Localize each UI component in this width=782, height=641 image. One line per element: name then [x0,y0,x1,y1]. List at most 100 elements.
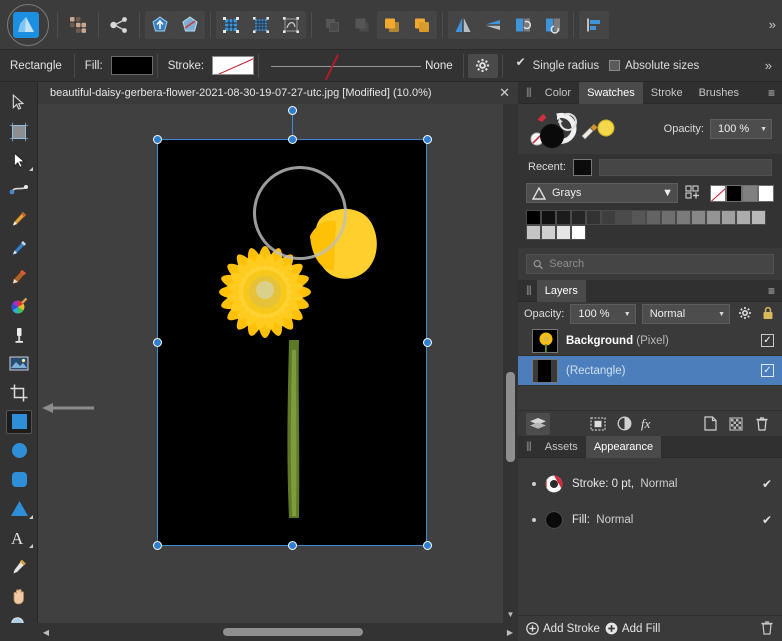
stroke-swatch-button[interactable] [212,56,255,75]
appearance-stroke-row[interactable]: Stroke: 0 pt, Normal ✔ [518,466,782,502]
vector-brush-tool[interactable] [0,262,38,291]
pen-tool[interactable] [0,204,38,233]
triangle-tool[interactable] [0,494,38,523]
swatch[interactable] [676,210,691,225]
tab-assets[interactable]: Assets [537,436,586,458]
swatch[interactable] [706,210,721,225]
layer-effects-gear-button[interactable] [736,306,754,323]
stroke-width-slider[interactable] [271,53,422,80]
ellipse-tool[interactable] [0,436,38,465]
move-tool[interactable] [0,88,38,117]
swatch[interactable] [526,225,541,240]
stroke-settings-button[interactable] [467,53,498,78]
swatch[interactable] [541,225,556,240]
canvas-area[interactable] [38,104,518,623]
swatches-search-box[interactable] [526,254,774,274]
move-to-back-icon[interactable] [407,10,437,39]
handle-bottom-center[interactable] [288,541,297,550]
stroke-enabled-checkbox[interactable]: ✔ [762,477,772,491]
node-tool[interactable] [0,146,38,175]
swatch[interactable] [556,210,571,225]
swatch[interactable] [556,225,571,240]
canvas-horizontal-scrollbar[interactable]: ◀ ▶ [38,623,518,641]
layers-stack-icon[interactable] [526,412,550,435]
recent-swatch[interactable] [572,158,592,176]
add-fill-button[interactable]: Add Fill [605,622,660,635]
move-to-front-icon[interactable] [377,10,407,39]
swatch[interactable] [751,210,766,225]
new-pixel-layer-icon[interactable] [724,413,748,435]
tab-layers[interactable]: Layers [536,279,586,302]
add-stroke-button[interactable]: Add Stroke [526,622,600,635]
swatch[interactable] [616,210,631,225]
swatch[interactable] [571,225,586,240]
fill-stroke-selector[interactable] [528,108,580,150]
pencil-tool[interactable] [0,233,38,262]
layer-lock-button[interactable] [760,306,776,323]
layer-visibility-checkbox[interactable]: ✓ [761,364,774,377]
swatch[interactable] [721,210,736,225]
layer-visibility-checkbox[interactable]: ✓ [761,334,774,347]
swatch[interactable] [601,210,616,225]
quick-swatch-black[interactable] [726,184,742,202]
move-back-icon[interactable] [317,11,347,39]
scroll-left-arrow-icon[interactable]: ◀ [38,628,54,637]
selection-bounding-box[interactable] [153,106,432,550]
share-icon[interactable] [104,11,134,39]
toolbar-overflow-chevron[interactable]: » [763,17,782,32]
panel-grip[interactable]: ||| [518,87,537,98]
swatch[interactable] [586,210,601,225]
handle-bottom-right[interactable] [423,541,432,550]
handle-top-right[interactable] [423,135,432,144]
view-tool[interactable] [0,581,38,610]
fx-icon[interactable]: fx [638,413,662,435]
vertical-scroll-thumb[interactable] [506,372,515,462]
panel-grip[interactable]: ||| [518,441,537,452]
panel-menu-icon[interactable]: ≡ [761,86,782,100]
new-layer-icon[interactable] [698,413,722,435]
swatch[interactable] [691,210,706,225]
fill-tool[interactable] [0,291,38,320]
handle-top-left[interactable] [153,135,162,144]
align-icon[interactable] [579,10,609,39]
add-node-icon[interactable] [145,10,175,39]
quick-swatch-gray[interactable] [742,184,758,202]
close-icon[interactable]: ✕ [499,85,510,101]
assistant-manager-icon[interactable] [63,11,93,39]
panel-grip[interactable]: ||| [518,285,537,296]
flip-horizontal-icon[interactable] [448,10,478,39]
transparency-tool[interactable] [0,320,38,349]
rectangle-tool[interactable] [0,407,38,436]
corner-tool[interactable] [0,175,38,204]
crop-tool[interactable] [0,378,38,407]
swatch[interactable] [571,210,586,225]
break-curve-icon[interactable] [175,10,205,39]
context-overflow-chevron[interactable]: » [759,58,778,73]
swatch[interactable] [526,210,541,225]
absolute-sizes-checkbox[interactable]: Absolute sizes [609,60,699,72]
swatch[interactable] [736,210,751,225]
single-radius-checkbox[interactable]: Single radius [516,55,599,72]
panel-menu-icon[interactable]: ≡ [761,284,782,298]
grid-icon[interactable] [246,10,276,39]
document-tab[interactable]: beautiful-daisy-gerbera-flower-2021-08-3… [38,82,518,104]
rounded-rectangle-tool[interactable] [0,465,38,494]
adjustment-icon[interactable] [612,413,636,435]
scroll-down-arrow-icon[interactable]: ▼ [503,607,518,621]
move-forward-icon[interactable] [347,11,377,39]
blend-mode-dropdown[interactable]: Normal ▼ [641,304,730,324]
handle-top-center[interactable] [288,135,297,144]
pixel-preview-icon[interactable] [276,10,306,39]
delete-layer-icon[interactable] [750,413,774,435]
flip-vertical-icon[interactable] [478,10,508,39]
handle-middle-right[interactable] [423,338,432,347]
palette-dropdown[interactable]: Grays ▼ [526,183,678,203]
rotate-left-icon[interactable] [508,10,538,39]
place-image-tool[interactable] [0,349,38,378]
search-input[interactable] [549,258,767,270]
swatch[interactable] [631,210,646,225]
table-row[interactable]: Background (Pixel) ✓ [518,326,782,356]
quick-swatch-none[interactable] [710,184,726,202]
swatch[interactable] [646,210,661,225]
swatch[interactable] [661,210,676,225]
